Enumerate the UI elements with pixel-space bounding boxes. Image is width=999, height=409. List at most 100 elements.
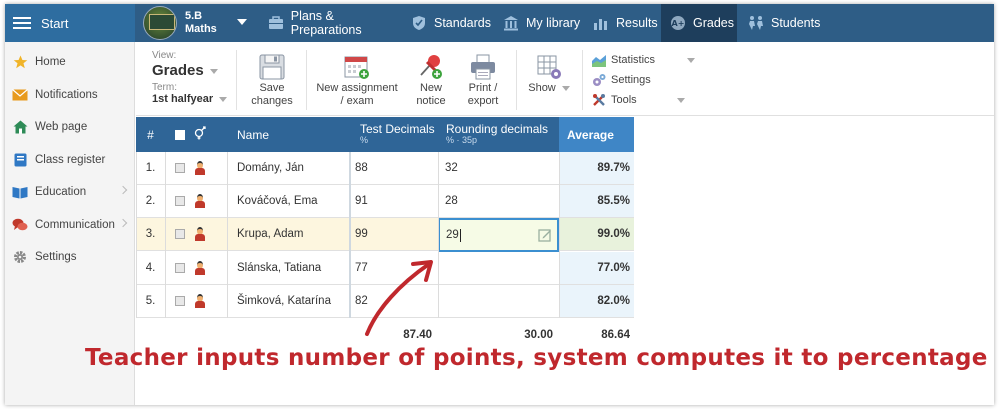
header-rounding-decimals[interactable]: Rounding decimals % · 35p [438, 117, 559, 152]
row-checkbox[interactable] [175, 263, 185, 273]
sidebar-item-label: Web page [35, 121, 88, 134]
header-number: # [136, 117, 165, 152]
class-subject-label: Maths [185, 23, 217, 35]
grade-cell-rounding-decimals[interactable] [438, 285, 559, 318]
print-export-button[interactable]: Print / export [458, 52, 508, 107]
student-name[interactable]: Slánska, Tatiana [227, 252, 349, 285]
start-menu-button[interactable]: Start [5, 4, 135, 42]
grade-input-rounding-decimals[interactable]: 29 [438, 218, 559, 252]
student-icon [194, 194, 206, 208]
row-checkbox[interactable] [175, 196, 185, 206]
sidebar-item-web-page[interactable]: Web page [5, 111, 134, 144]
student-name[interactable]: Kováčová, Ema [227, 185, 349, 218]
sidebar-item-label: Class register [35, 153, 106, 166]
row-checkbox[interactable] [175, 296, 185, 306]
row-checkbox[interactable] [175, 163, 185, 173]
average-cell: 89.7% [559, 152, 634, 185]
bar-chart-icon [592, 15, 610, 31]
nav-label: My library [526, 16, 581, 30]
view-selector[interactable]: View: Grades Term: 1st halfyear [152, 50, 232, 105]
average-cell: 77.0% [559, 252, 634, 285]
nav-results[interactable]: Results [588, 4, 660, 42]
edit-note-icon[interactable] [538, 228, 552, 245]
sidebar-item-home[interactable]: Home [5, 46, 134, 79]
settings-label: Settings [611, 74, 651, 86]
grade-cell-test-decimals[interactable]: 91 [349, 185, 438, 218]
view-label: View: [152, 50, 177, 61]
term-value: 1st halfyear [152, 93, 214, 105]
student-icon [194, 161, 206, 175]
chevron-right-icon [118, 218, 128, 227]
header-average[interactable]: Average [559, 117, 634, 152]
nav-plans-preparations[interactable]: Plans & Preparations [262, 4, 400, 42]
row-checkbox[interactable] [175, 229, 185, 239]
show-dropdown-button[interactable]: Show [524, 52, 574, 95]
grid-line [136, 152, 137, 318]
settings-menu[interactable]: Settings [592, 71, 651, 89]
sidebar-item-notifications[interactable]: Notifications [5, 79, 134, 112]
toolbar-divider [306, 50, 307, 110]
print-label: Print / export [467, 82, 499, 107]
header-number-label: # [147, 127, 154, 142]
row-select-cell [165, 185, 227, 218]
header-name-label: Name [237, 127, 270, 142]
annotation-arrow-icon [365, 260, 433, 336]
envelope-icon [12, 88, 28, 102]
view-dropdown[interactable]: Grades [152, 62, 232, 79]
nav-standards[interactable]: Standards [404, 4, 494, 42]
header-name[interactable]: Name [227, 117, 349, 152]
student-name[interactable]: Šimková, Katarína [227, 285, 349, 318]
select-all-checkbox[interactable] [175, 129, 185, 140]
briefcase-icon [268, 15, 285, 31]
sidebar-item-settings[interactable]: Settings [5, 241, 134, 274]
top-navigation-bar: Start 5.B Maths Plans & Preparations Sta… [5, 4, 994, 42]
header-col1-title: Test Decimals [360, 122, 435, 136]
student-name[interactable]: Krupa, Adam [227, 218, 349, 251]
save-changes-button[interactable]: Save changes [244, 52, 300, 107]
nav-label: Results [616, 16, 658, 30]
house-icon [12, 120, 28, 134]
nav-my-library[interactable]: My library [498, 4, 584, 42]
row-number: 1. [136, 152, 165, 185]
class-selector[interactable]: 5.B Maths [143, 6, 249, 40]
new-assignment-label: New assignment / exam [316, 82, 398, 107]
statistics-menu[interactable]: Statistics [592, 51, 696, 69]
tools-menu[interactable]: Tools [592, 91, 685, 109]
library-icon [502, 15, 520, 31]
nav-label: Grades [693, 16, 734, 30]
new-notice-button[interactable]: New notice [408, 52, 454, 107]
student-icon [194, 227, 206, 241]
row-select-cell [165, 218, 227, 251]
header-test-decimals[interactable]: Test Decimals % [349, 117, 438, 152]
grade-cell-rounding-decimals[interactable]: 32 [438, 152, 559, 185]
hamburger-icon [13, 14, 31, 32]
class-grade-label: 5.B [185, 10, 203, 22]
grade-cell-rounding-decimals[interactable] [438, 252, 559, 285]
sidebar-item-label: Communication [35, 218, 115, 231]
caret-down-icon [676, 97, 685, 103]
nav-students[interactable]: Students [741, 4, 825, 42]
grade-cell-rounding-decimals[interactable]: 28 [438, 185, 559, 218]
toolbar-divider [582, 50, 583, 110]
grid-line [165, 152, 166, 318]
grades-icon: A+ [669, 15, 687, 31]
nav-grades[interactable]: A+ Grades [661, 4, 737, 42]
sidebar-item-class-register[interactable]: Class register [5, 144, 134, 177]
sidebar-item-communication[interactable]: Communication [5, 209, 134, 242]
grid-line [227, 152, 228, 318]
header-col2-subtitle: % · 35p [446, 135, 478, 145]
grade-cell-test-decimals[interactable]: 88 [349, 152, 438, 185]
sidebar-item-education[interactable]: Education [5, 176, 134, 209]
calendar-add-icon [314, 52, 400, 82]
grid-line [349, 152, 351, 318]
sidebar-item-label: Settings [35, 251, 77, 264]
svg-text:A+: A+ [672, 19, 685, 28]
row-number: 5. [136, 285, 165, 318]
chevron-right-icon [118, 185, 128, 195]
student-name[interactable]: Domány, Ján [227, 152, 349, 185]
term-dropdown[interactable]: 1st halfyear [152, 93, 232, 105]
new-assignment-button[interactable]: New assignment / exam [314, 52, 400, 107]
grade-cell-test-decimals[interactable]: 99 [349, 218, 438, 251]
save-label: Save changes [251, 82, 293, 107]
printer-icon [458, 52, 508, 82]
